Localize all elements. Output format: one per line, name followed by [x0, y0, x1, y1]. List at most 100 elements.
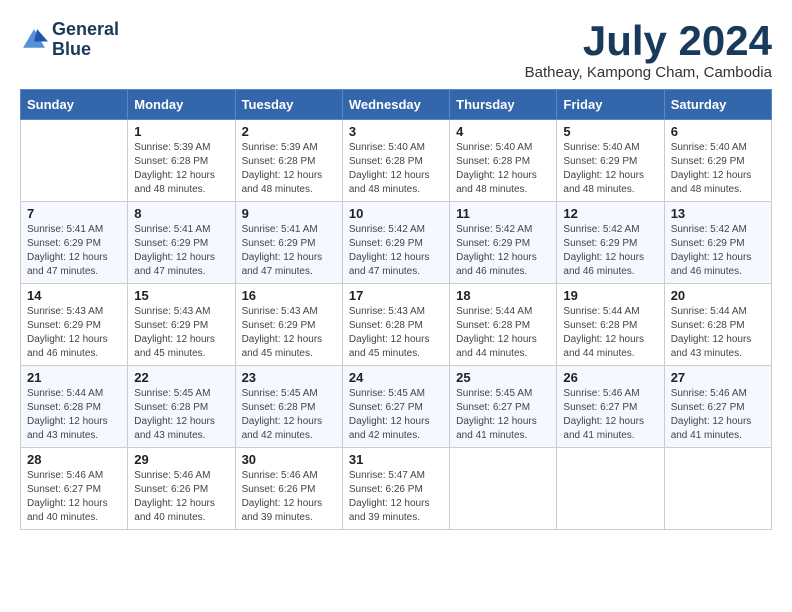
- day-info: Sunrise: 5:40 AMSunset: 6:29 PMDaylight:…: [563, 141, 657, 197]
- calendar-cell: 3Sunrise: 5:40 AMSunset: 6:28 PMDaylight…: [342, 120, 449, 202]
- calendar-cell: 23 Sunrise: 5:45 AMSunset: 6:28 PMDayligh…: [235, 366, 342, 448]
- calendar-cell: 28 Sunrise: 5:46 AMSunset: 6:27 PMDayligh…: [21, 448, 128, 530]
- calendar-cell: 30 Sunrise: 5:46 AMSunset: 6:26 PMDayligh…: [235, 448, 342, 530]
- day-info: Sunrise: 5:39 AMSunset: 6:28 PMDaylight:…: [134, 141, 228, 197]
- calendar-cell: 25 Sunrise: 5:45 AMSunset: 6:27 PMDayligh…: [450, 366, 557, 448]
- calendar-cell: 7 Sunrise: 5:41 AMSunset: 6:29 PMDaylight…: [21, 202, 128, 284]
- day-info: Sunrise: 5:46 AMSunset: 6:27 PMDaylight:…: [671, 387, 765, 443]
- day-header-tuesday: Tuesday: [235, 90, 342, 120]
- day-number: 31: [349, 452, 443, 467]
- day-number: 26: [563, 370, 657, 385]
- day-header-sunday: Sunday: [21, 90, 128, 120]
- day-info: Sunrise: 5:46 AMSunset: 6:27 PMDaylight:…: [27, 469, 121, 525]
- day-number: 22: [134, 370, 228, 385]
- calendar-cell: 22 Sunrise: 5:45 AMSunset: 6:28 PMDayligh…: [128, 366, 235, 448]
- day-number: 28: [27, 452, 121, 467]
- day-info: Sunrise: 5:43 AMSunset: 6:28 PMDaylight:…: [349, 305, 443, 361]
- calendar-cell: 6 Sunrise: 5:40 AMSunset: 6:29 PMDaylight…: [664, 120, 771, 202]
- day-number: 23: [242, 370, 336, 385]
- day-number: 3: [349, 124, 443, 139]
- day-number: 16: [242, 288, 336, 303]
- month-title: July 2024: [525, 20, 772, 62]
- day-info: Sunrise: 5:41 AMSunset: 6:29 PMDaylight:…: [242, 223, 336, 279]
- day-number: 25: [456, 370, 550, 385]
- day-header-saturday: Saturday: [664, 90, 771, 120]
- day-info: Sunrise: 5:42 AMSunset: 6:29 PMDaylight:…: [349, 223, 443, 279]
- calendar-cell: 27Sunrise: 5:46 AMSunset: 6:27 PMDayligh…: [664, 366, 771, 448]
- calendar-cell: 8Sunrise: 5:41 AMSunset: 6:29 PMDaylight…: [128, 202, 235, 284]
- day-info: Sunrise: 5:45 AMSunset: 6:28 PMDaylight:…: [134, 387, 228, 443]
- calendar-cell: 2 Sunrise: 5:39 AMSunset: 6:28 PMDaylight…: [235, 120, 342, 202]
- day-number: 17: [349, 288, 443, 303]
- calendar-cell: 9 Sunrise: 5:41 AMSunset: 6:29 PMDaylight…: [235, 202, 342, 284]
- day-number: 5: [563, 124, 657, 139]
- calendar-cell: 4 Sunrise: 5:40 AMSunset: 6:28 PMDaylight…: [450, 120, 557, 202]
- day-info: Sunrise: 5:44 AMSunset: 6:28 PMDaylight:…: [27, 387, 121, 443]
- day-info: Sunrise: 5:39 AMSunset: 6:28 PMDaylight:…: [242, 141, 336, 197]
- day-number: 11: [456, 206, 550, 221]
- calendar-cell: 21 Sunrise: 5:44 AMSunset: 6:28 PMDayligh…: [21, 366, 128, 448]
- day-info: Sunrise: 5:45 AMSunset: 6:28 PMDaylight:…: [242, 387, 336, 443]
- title-section: July 2024 Batheay, Kampong Cham, Cambodi…: [525, 20, 772, 81]
- calendar-week-row: 28 Sunrise: 5:46 AMSunset: 6:27 PMDayligh…: [21, 448, 772, 530]
- calendar-cell: 16 Sunrise: 5:43 AMSunset: 6:29 PMDayligh…: [235, 284, 342, 366]
- day-info: Sunrise: 5:45 AMSunset: 6:27 PMDaylight:…: [456, 387, 550, 443]
- day-number: 30: [242, 452, 336, 467]
- day-info: Sunrise: 5:46 AMSunset: 6:26 PMDaylight:…: [134, 469, 228, 525]
- calendar-week-row: 7 Sunrise: 5:41 AMSunset: 6:29 PMDaylight…: [21, 202, 772, 284]
- day-info: Sunrise: 5:41 AMSunset: 6:29 PMDaylight:…: [27, 223, 121, 279]
- calendar-week-row: 21 Sunrise: 5:44 AMSunset: 6:28 PMDayligh…: [21, 366, 772, 448]
- day-info: Sunrise: 5:44 AMSunset: 6:28 PMDaylight:…: [563, 305, 657, 361]
- day-number: 29: [134, 452, 228, 467]
- day-number: 8: [134, 206, 228, 221]
- day-number: 9: [242, 206, 336, 221]
- calendar-cell: 19 Sunrise: 5:44 AMSunset: 6:28 PMDayligh…: [557, 284, 664, 366]
- calendar-table: SundayMondayTuesdayWednesdayThursdayFrid…: [20, 89, 772, 530]
- day-number: 6: [671, 124, 765, 139]
- day-info: Sunrise: 5:45 AMSunset: 6:27 PMDaylight:…: [349, 387, 443, 443]
- day-number: 21: [27, 370, 121, 385]
- calendar-cell: 20Sunrise: 5:44 AMSunset: 6:28 PMDayligh…: [664, 284, 771, 366]
- day-number: 10: [349, 206, 443, 221]
- day-header-friday: Friday: [557, 90, 664, 120]
- calendar-cell: 26 Sunrise: 5:46 AMSunset: 6:27 PMDayligh…: [557, 366, 664, 448]
- day-number: 15: [134, 288, 228, 303]
- day-info: Sunrise: 5:44 AMSunset: 6:28 PMDaylight:…: [671, 305, 765, 361]
- calendar-week-row: 1 Sunrise: 5:39 AMSunset: 6:28 PMDaylight…: [21, 120, 772, 202]
- day-header-wednesday: Wednesday: [342, 90, 449, 120]
- day-info: Sunrise: 5:43 AMSunset: 6:29 PMDaylight:…: [242, 305, 336, 361]
- day-info: Sunrise: 5:40 AMSunset: 6:29 PMDaylight:…: [671, 141, 765, 197]
- calendar-cell: 14 Sunrise: 5:43 AMSunset: 6:29 PMDayligh…: [21, 284, 128, 366]
- logo: General Blue: [20, 20, 119, 60]
- calendar-cell: 17 Sunrise: 5:43 AMSunset: 6:28 PMDayligh…: [342, 284, 449, 366]
- day-info: Sunrise: 5:42 AMSunset: 6:29 PMDaylight:…: [671, 223, 765, 279]
- day-header-monday: Monday: [128, 90, 235, 120]
- logo-icon: [20, 26, 48, 54]
- day-number: 14: [27, 288, 121, 303]
- day-header-thursday: Thursday: [450, 90, 557, 120]
- calendar-week-row: 14 Sunrise: 5:43 AMSunset: 6:29 PMDayligh…: [21, 284, 772, 366]
- day-info: Sunrise: 5:46 AMSunset: 6:26 PMDaylight:…: [242, 469, 336, 525]
- day-number: 13: [671, 206, 765, 221]
- calendar-cell: 12Sunrise: 5:42 AMSunset: 6:29 PMDayligh…: [557, 202, 664, 284]
- day-info: Sunrise: 5:46 AMSunset: 6:27 PMDaylight:…: [563, 387, 657, 443]
- day-number: 19: [563, 288, 657, 303]
- day-number: 18: [456, 288, 550, 303]
- day-number: 12: [563, 206, 657, 221]
- calendar-cell: 1 Sunrise: 5:39 AMSunset: 6:28 PMDaylight…: [128, 120, 235, 202]
- calendar-cell: 18 Sunrise: 5:44 AMSunset: 6:28 PMDayligh…: [450, 284, 557, 366]
- day-number: 24: [349, 370, 443, 385]
- day-number: 1: [134, 124, 228, 139]
- day-number: 2: [242, 124, 336, 139]
- calendar-cell: 13 Sunrise: 5:42 AMSunset: 6:29 PMDayligh…: [664, 202, 771, 284]
- day-info: Sunrise: 5:47 AMSunset: 6:26 PMDaylight:…: [349, 469, 443, 525]
- day-info: Sunrise: 5:42 AMSunset: 6:29 PMDaylight:…: [456, 223, 550, 279]
- calendar-header-row: SundayMondayTuesdayWednesdayThursdayFrid…: [21, 90, 772, 120]
- day-info: Sunrise: 5:40 AMSunset: 6:28 PMDaylight:…: [456, 141, 550, 197]
- day-info: Sunrise: 5:43 AMSunset: 6:29 PMDaylight:…: [134, 305, 228, 361]
- day-number: 7: [27, 206, 121, 221]
- day-info: Sunrise: 5:43 AMSunset: 6:29 PMDaylight:…: [27, 305, 121, 361]
- day-number: 4: [456, 124, 550, 139]
- day-info: Sunrise: 5:44 AMSunset: 6:28 PMDaylight:…: [456, 305, 550, 361]
- calendar-cell: 15 Sunrise: 5:43 AMSunset: 6:29 PMDayligh…: [128, 284, 235, 366]
